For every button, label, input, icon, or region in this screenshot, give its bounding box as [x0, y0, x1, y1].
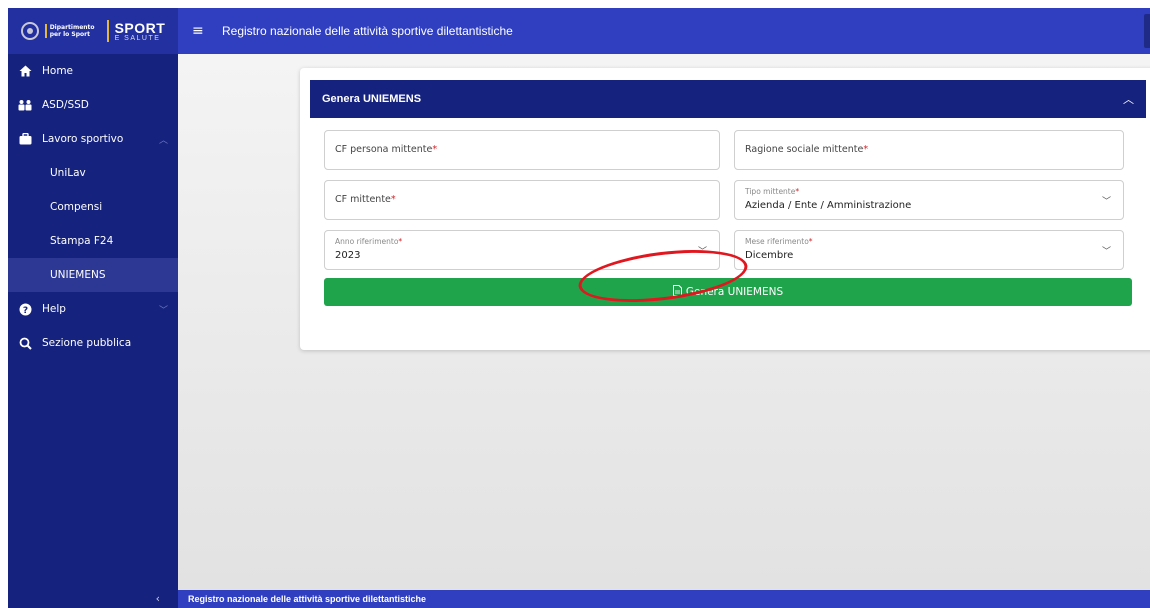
- page-title: Registro nazionale delle attività sporti…: [222, 24, 513, 38]
- dept-logo-text: Dipartimento per lo Sport: [44, 24, 95, 38]
- field-label: Mese riferimento*: [745, 237, 813, 246]
- chevron-up-icon[interactable]: ︿: [1123, 91, 1134, 107]
- sport-salute-logo: SPORT E SALUTE: [115, 21, 166, 42]
- sidebar-subitem-stampa-f24[interactable]: Stampa F24: [8, 224, 178, 258]
- ragione-sociale-mittente-field[interactable]: Ragione sociale mittente*: [734, 130, 1124, 170]
- logo[interactable]: Dipartimento per lo Sport SPORT E SALUTE: [8, 8, 178, 54]
- field-value: Dicembre: [745, 250, 794, 261]
- sidebar-subitem-label: Stampa F24: [50, 235, 114, 247]
- sidebar-subitem-uniemens[interactable]: UNIEMENS: [8, 258, 178, 292]
- card-title: Genera UNIEMENS: [322, 93, 422, 105]
- footer-text: Registro nazionale delle attività sporti…: [188, 594, 427, 604]
- page-footer: Registro nazionale delle attività sporti…: [178, 590, 1150, 608]
- field-label: Anno riferimento*: [335, 237, 403, 246]
- help-icon: ?: [18, 302, 32, 316]
- sidebar-footer: ‹: [8, 590, 178, 608]
- briefcase-icon: [18, 132, 32, 146]
- sidebar-item-label: Lavoro sportivo: [42, 133, 124, 145]
- sidebar-item-help[interactable]: ? Help ﹀: [8, 292, 178, 326]
- cf-mittente-field[interactable]: CF mittente*: [324, 180, 720, 220]
- menu-icon[interactable]: ≡: [192, 23, 206, 39]
- logo-divider: [106, 20, 109, 42]
- field-placeholder: CF persona mittente*: [335, 144, 438, 155]
- sidebar-item-label: ASD/SSD: [42, 99, 89, 111]
- sport-logo-main: SPORT: [114, 19, 166, 36]
- chevron-down-icon: ﹀: [158, 305, 168, 316]
- sport-logo-sub: E SALUTE: [114, 34, 161, 42]
- sidebar-item-label: Home: [42, 65, 74, 77]
- sidebar-item-label: Sezione pubblica: [42, 337, 132, 349]
- card-header[interactable]: Genera UNIEMENS ︿: [310, 80, 1146, 118]
- field-value: 2023: [335, 250, 361, 261]
- sidebar-item-sezione-pubblica[interactable]: Sezione pubblica: [8, 326, 178, 360]
- republic-emblem-icon: [20, 22, 39, 40]
- people-icon: [18, 98, 32, 112]
- search-icon: [18, 336, 32, 350]
- field-placeholder: CF mittente*: [335, 194, 396, 205]
- chevron-down-icon: ﹀: [1101, 247, 1111, 257]
- mese-riferimento-select[interactable]: Mese riferimento* Dicembre ﹀: [734, 230, 1124, 270]
- sidebar-item-lavoro-sportivo[interactable]: Lavoro sportivo ︿: [8, 122, 178, 156]
- sidebar-item-home[interactable]: Home: [8, 54, 178, 88]
- sidebar-subitem-label: Compensi: [50, 201, 103, 213]
- tipo-mittente-select[interactable]: Tipo mittente* Azienda / Ente / Amminist…: [734, 180, 1124, 220]
- user-menu-button[interactable]: [1144, 14, 1150, 48]
- top-header: ≡ Registro nazionale delle attività spor…: [178, 8, 1150, 54]
- sidebar: Dipartimento per lo Sport SPORT E SALUTE…: [8, 8, 178, 608]
- sidebar-item-label: Help: [42, 303, 66, 315]
- collapse-sidebar-icon[interactable]: ‹: [156, 592, 160, 605]
- cf-persona-mittente-field[interactable]: CF persona mittente*: [324, 130, 720, 170]
- sidebar-subitem-label: UniLav: [50, 167, 86, 179]
- sidebar-subitem-unilav[interactable]: UniLav: [8, 156, 178, 190]
- sidebar-subitem-label: UNIEMENS: [50, 269, 106, 281]
- sidebar-subitem-compensi[interactable]: Compensi: [8, 190, 178, 224]
- field-label: Tipo mittente*: [745, 187, 800, 196]
- main-content: Genera UNIEMENS ︿ CF persona mittente* R…: [178, 54, 1150, 590]
- home-icon: [18, 64, 32, 78]
- svg-text:?: ?: [22, 306, 27, 316]
- field-value: Azienda / Ente / Amministrazione: [745, 200, 912, 211]
- chevron-up-icon: ︿: [158, 135, 168, 146]
- sidebar-item-asd-ssd[interactable]: ASD/SSD: [8, 88, 178, 122]
- field-placeholder: Ragione sociale mittente*: [745, 144, 869, 155]
- app-frame: Dipartimento per lo Sport SPORT E SALUTE…: [8, 8, 1150, 608]
- chevron-down-icon: ﹀: [1101, 197, 1111, 207]
- uniemens-card: Genera UNIEMENS ︿ CF persona mittente* R…: [300, 68, 1150, 350]
